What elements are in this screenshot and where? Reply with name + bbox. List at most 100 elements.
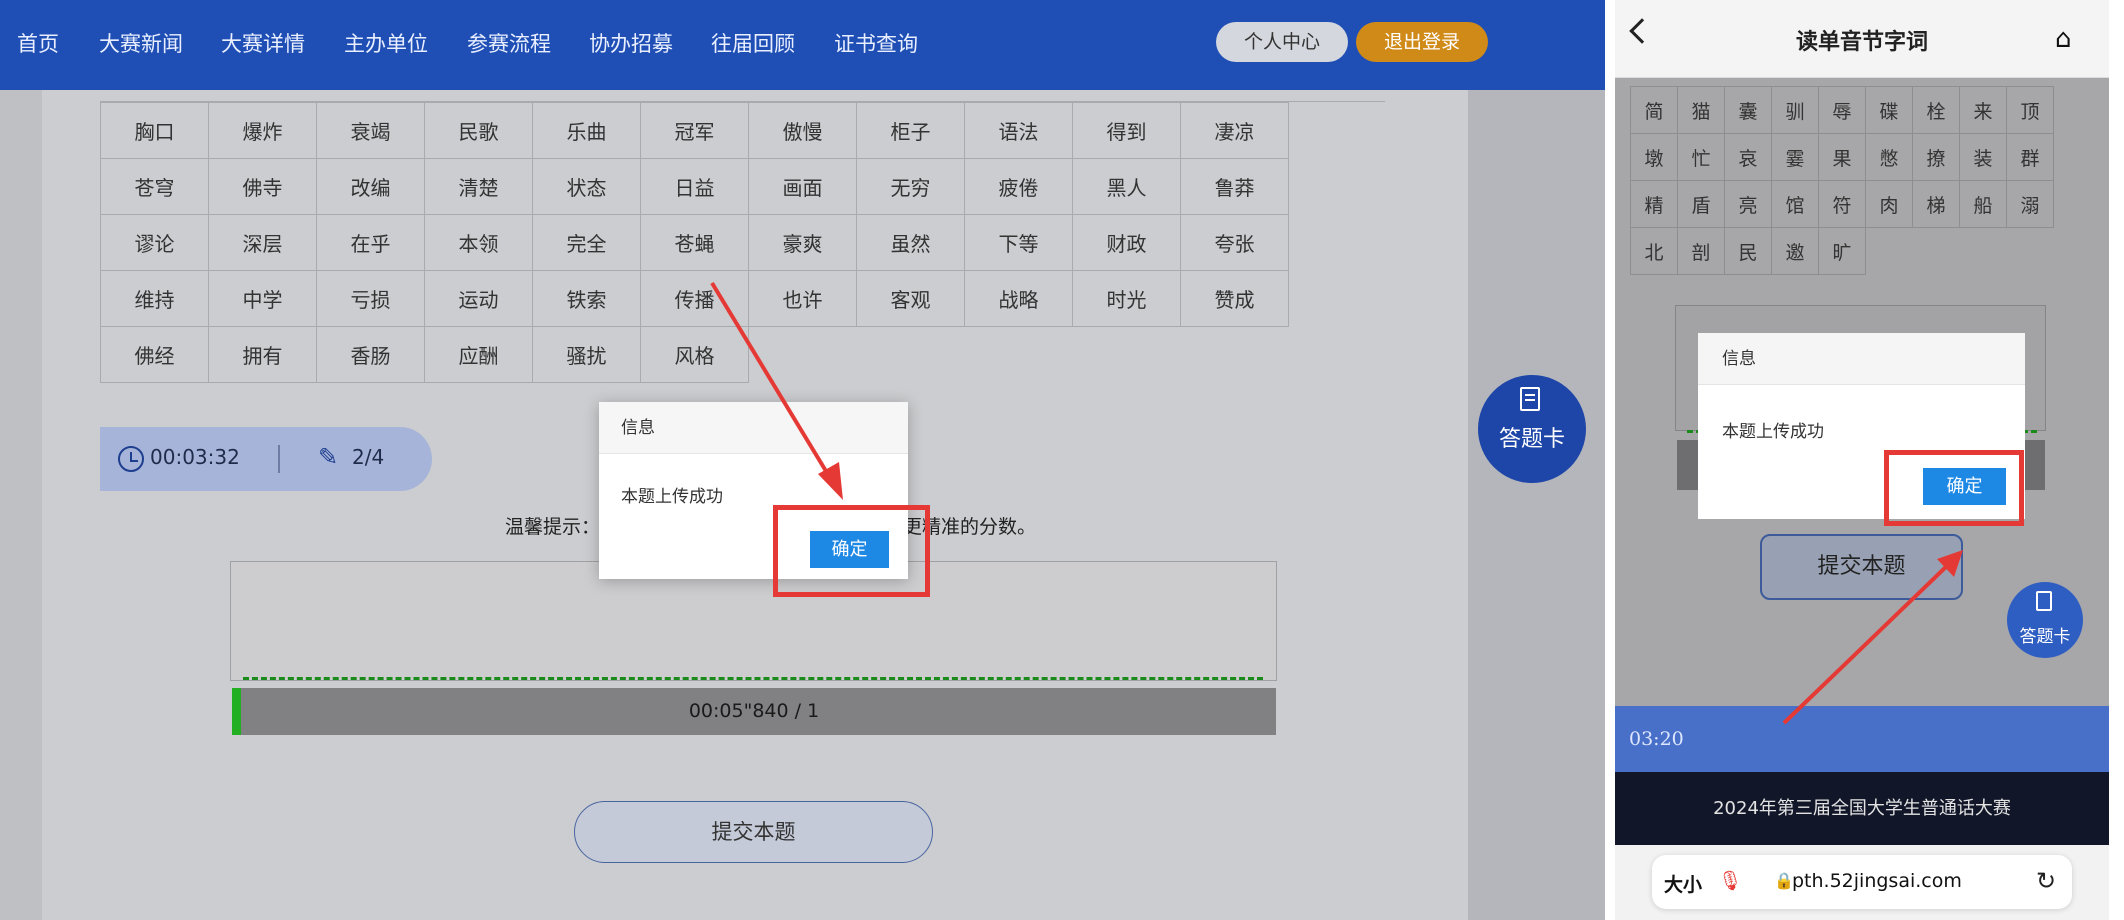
word-cell-row: 苍穹 佛寺 改编 清楚 状态 日益 画面 无穷 疲倦 黑人 鲁莽 <box>100 158 1289 215</box>
word-cell: 语法 <box>964 102 1073 159</box>
waveform-baseline <box>243 677 1263 680</box>
word-cell: 状态 <box>532 158 641 215</box>
mobile-answer-card-button[interactable]: 答题卡 <box>2007 582 2083 658</box>
char-cell-row: 北剖民邀旷 <box>1630 227 2054 275</box>
word-cell: 骚扰 <box>532 326 641 383</box>
word-cell: 也许 <box>748 270 857 327</box>
clock-icon <box>118 446 144 472</box>
logout-button[interactable]: 退出登录 <box>1356 22 1488 62</box>
char-cell: 囊 <box>1724 86 1772 134</box>
char-cell: 撩 <box>1912 133 1960 181</box>
word-cell-row: 胸口 爆炸 衰竭 民歌 乐曲 冠军 傲慢 柜子 语法 得到 凄凉 <box>100 102 1289 159</box>
char-cell: 来 <box>1959 86 2007 134</box>
nav-news[interactable]: 大赛新闻 <box>99 24 183 64</box>
char-cell: 群 <box>2006 133 2054 181</box>
dialog-message: 本题上传成功 <box>621 487 723 507</box>
word-cell-row: 谬论 深层 在乎 本领 完全 苍蝇 豪爽 虽然 下等 财政 夸张 <box>100 214 1289 271</box>
char-cell: 哀 <box>1724 133 1772 181</box>
word-cell: 完全 <box>532 214 641 271</box>
url-address[interactable]: pth.52jingsai.com <box>1792 870 1962 892</box>
char-cell: 肉 <box>1865 180 1913 228</box>
mic-icon[interactable]: 🎙 <box>1718 869 1742 892</box>
char-cell: 装 <box>1959 133 2007 181</box>
char-cell: 北 <box>1630 227 1678 275</box>
mobile-dialog-title: 信息 <box>1698 333 2025 385</box>
nav-recruit[interactable]: 协办招募 <box>589 24 673 64</box>
dialog-title: 信息 <box>599 402 908 454</box>
nav-review[interactable]: 往届回顾 <box>711 24 795 64</box>
word-cell: 财政 <box>1072 214 1181 271</box>
answer-card-label: 答题卡 <box>1498 427 1565 452</box>
word-cell: 佛经 <box>100 326 209 383</box>
nav-certificate[interactable]: 证书查询 <box>834 24 918 64</box>
word-cell: 铁索 <box>532 270 641 327</box>
char-cell: 亮 <box>1724 180 1772 228</box>
word-cell: 豪爽 <box>748 214 857 271</box>
char-cell: 剖 <box>1677 227 1725 275</box>
word-cell: 日益 <box>640 158 749 215</box>
word-cell: 凄凉 <box>1180 102 1289 159</box>
answer-card-button[interactable]: 答题卡 <box>1478 375 1586 483</box>
char-cell: 辱 <box>1818 86 1866 134</box>
char-cell: 碟 <box>1865 86 1913 134</box>
nav-organizer[interactable]: 主办单位 <box>344 24 428 64</box>
word-cell: 傲慢 <box>748 102 857 159</box>
char-cell: 馆 <box>1771 180 1819 228</box>
mobile-dialog-message: 本题上传成功 <box>1722 422 1824 442</box>
mobile-submit-button[interactable]: 提交本题 <box>1760 534 1963 600</box>
word-cell: 客观 <box>856 270 965 327</box>
user-center-button[interactable]: 个人中心 <box>1216 22 1348 62</box>
char-cell: 顶 <box>2006 86 2054 134</box>
word-cell: 苍穹 <box>100 158 209 215</box>
nav-process[interactable]: 参赛流程 <box>467 24 551 64</box>
playback-time: 00:05"840 / 1 <box>688 700 820 722</box>
word-cell: 应酬 <box>424 326 533 383</box>
home-icon[interactable]: ⌂ <box>2055 24 2072 54</box>
word-cell: 传播 <box>640 270 749 327</box>
reload-icon[interactable]: ↻ <box>2036 867 2056 895</box>
submit-button[interactable]: 提交本题 <box>574 801 933 863</box>
audio-player[interactable]: 00:05"840 / 1 <box>232 688 1276 735</box>
word-cell: 乐曲 <box>532 102 641 159</box>
word-cell: 时光 <box>1072 270 1181 327</box>
word-cell: 维持 <box>100 270 209 327</box>
nav-details[interactable]: 大赛详情 <box>221 24 305 64</box>
word-cell: 拥有 <box>208 326 317 383</box>
word-cell: 谬论 <box>100 214 209 271</box>
answer-card-icon <box>2036 591 2052 611</box>
char-cell-row: 墩忙哀霎果憋撩装群 <box>1630 133 2054 181</box>
char-cell: 驯 <box>1771 86 1819 134</box>
word-cell: 虽然 <box>856 214 965 271</box>
word-cell: 黑人 <box>1072 158 1181 215</box>
page-title: 读单音节字词 <box>1795 30 1928 55</box>
text-size-button[interactable]: 大小 <box>1664 870 1702 897</box>
word-cell: 民歌 <box>424 102 533 159</box>
char-cell: 邀 <box>1771 227 1819 275</box>
waveform-area <box>230 561 1277 681</box>
char-cell-row: 精盾亮馆符肉梯船溺 <box>1630 180 2054 228</box>
desktop-page: 首页 大赛新闻 大赛详情 主办单位 参赛流程 协办招募 往届回顾 证书查询 个人… <box>0 0 1605 920</box>
char-cell: 溺 <box>2006 180 2054 228</box>
word-cell: 深层 <box>208 214 317 271</box>
char-cell-row: 简猫囊驯辱碟栓来顶 <box>1630 86 2054 134</box>
char-cell: 旷 <box>1818 227 1866 275</box>
mobile-highlight-box <box>1884 450 2024 526</box>
highlight-box <box>773 505 930 597</box>
char-cell: 梯 <box>1912 180 1960 228</box>
word-cell: 疲倦 <box>964 158 1073 215</box>
char-cell: 墩 <box>1630 133 1678 181</box>
word-cell: 无穷 <box>856 158 965 215</box>
nav-home[interactable]: 首页 <box>17 24 59 64</box>
mobile-header: 读单音节字词 ⌂ <box>1615 0 2109 78</box>
top-nav: 首页 大赛新闻 大赛详情 主办单位 参赛流程 协办招募 往届回顾 证书查询 个人… <box>0 0 1605 90</box>
progress-text: 2/4 <box>352 445 385 469</box>
word-cell: 下等 <box>964 214 1073 271</box>
url-bar[interactable]: 大小 🎙 🔒 pth.52jingsai.com ↻ <box>1652 855 2072 909</box>
mobile-answer-card-label: 答题卡 <box>2019 627 2071 647</box>
char-cell: 憋 <box>1865 133 1913 181</box>
word-cell: 冠军 <box>640 102 749 159</box>
word-grid: 胸口 爆炸 衰竭 民歌 乐曲 冠军 傲慢 柜子 语法 得到 凄凉 苍穹 佛寺 改编 清楚 状态 日益 画面 无穷 疲倦… <box>100 102 1289 383</box>
mobile-footer: 2024年第三届全国大学生普通话大赛 <box>1615 772 2109 845</box>
divider <box>278 445 280 473</box>
char-cell: 忙 <box>1677 133 1725 181</box>
